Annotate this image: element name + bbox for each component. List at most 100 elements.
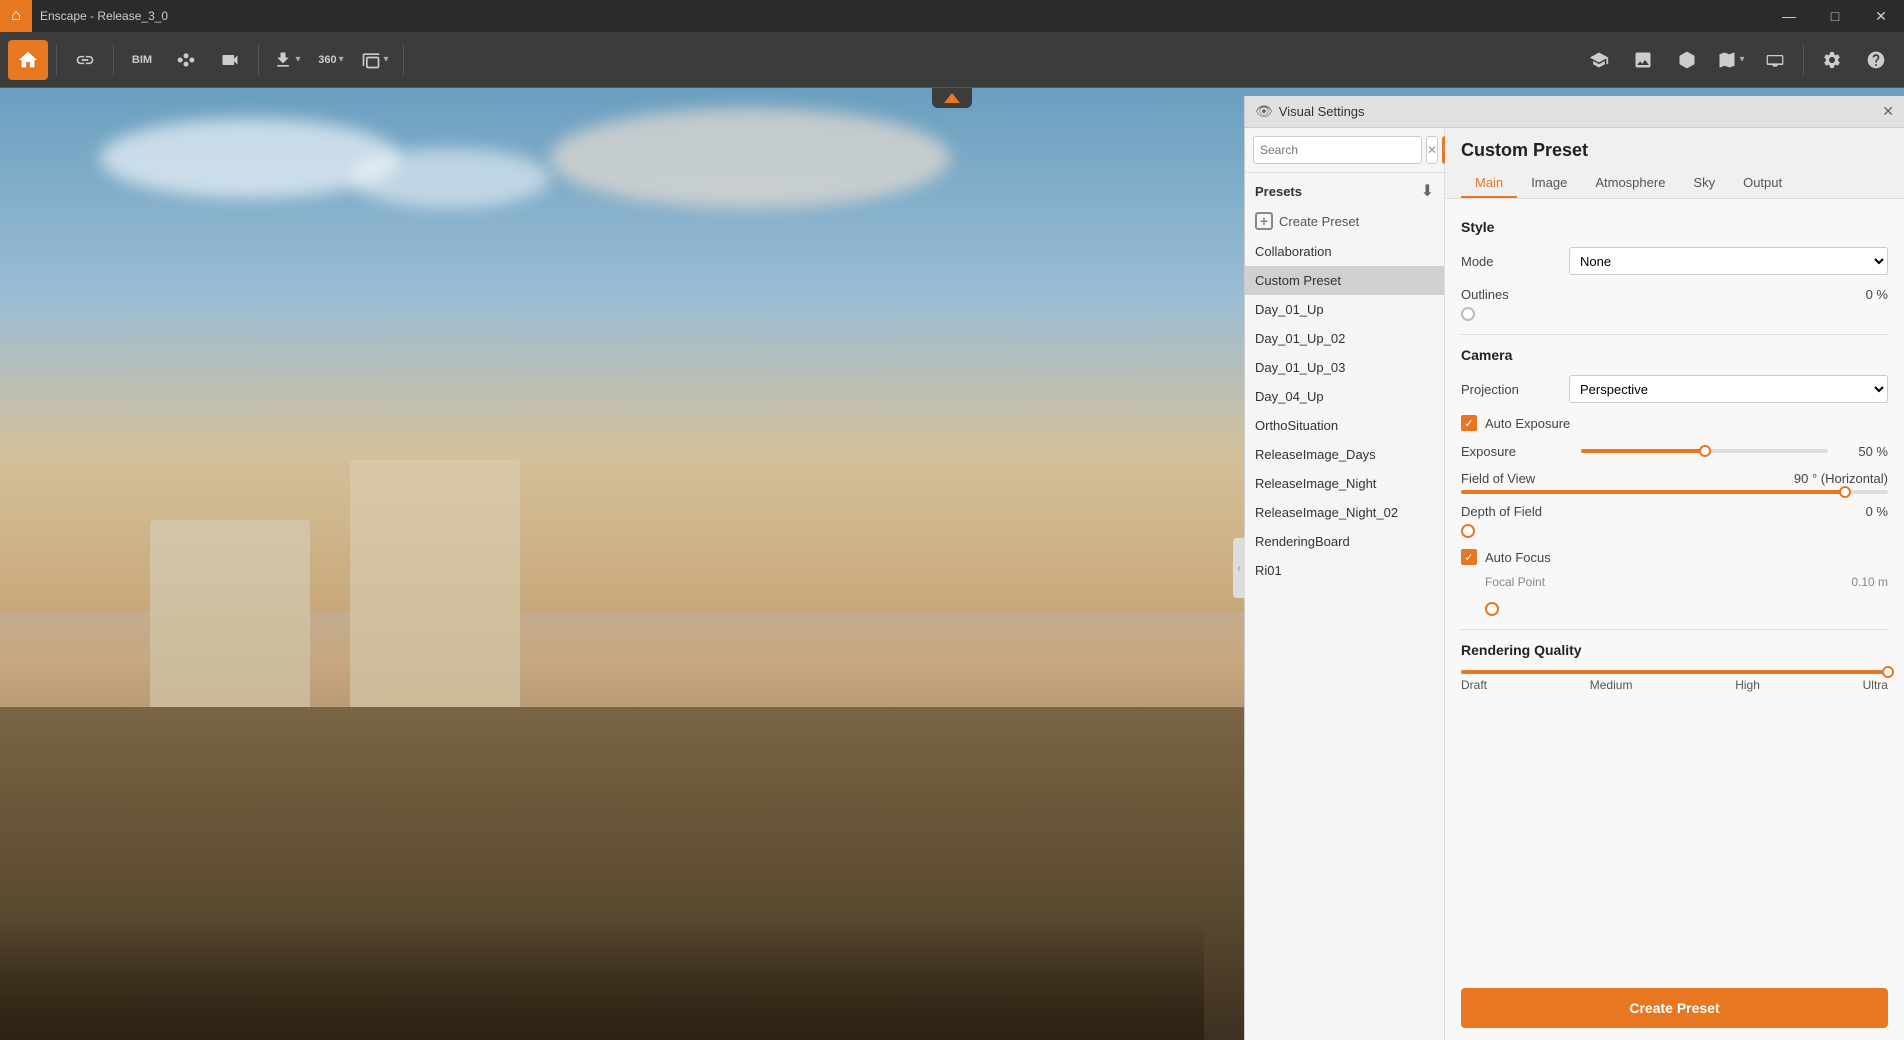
360-button[interactable]: 360 ▾ — [311, 40, 351, 80]
quality-fill — [1461, 670, 1888, 674]
download-presets-button[interactable]: ⬇ — [1421, 181, 1434, 201]
visual-settings-panel: 👁 Visual Settings ✕ ✕ 🔍 Presets ⬇ — [1244, 96, 1904, 1040]
panel-toggle-button[interactable] — [932, 88, 972, 108]
fov-value: 90 ° (Horizontal) — [1794, 471, 1888, 486]
preset-item[interactable]: ReleaseImage_Night — [1245, 469, 1444, 498]
quality-ultra-label: Ultra — [1863, 678, 1888, 692]
exposure-fill — [1581, 449, 1705, 453]
focal-point-slider-handle[interactable] — [1485, 602, 1499, 616]
help-button[interactable] — [1856, 40, 1896, 80]
fly-button[interactable] — [166, 40, 206, 80]
presets-label: Presets — [1255, 184, 1302, 199]
visual-settings-close-button[interactable]: ✕ — [1882, 103, 1894, 120]
plus-icon: + — [1255, 212, 1273, 230]
screenshot-button[interactable] — [1623, 40, 1663, 80]
style-section-title: Style — [1461, 219, 1888, 235]
auto-focus-label: Auto Focus — [1485, 550, 1551, 565]
toolbar-separator-4 — [403, 44, 404, 76]
mode-select[interactable]: NoneWatercolorSketchOil Paint — [1569, 247, 1888, 275]
focal-point-slider[interactable] — [1485, 601, 1888, 617]
tab-main[interactable]: Main — [1461, 169, 1517, 198]
preset-item[interactable]: Custom Preset — [1245, 266, 1444, 295]
fov-slider[interactable] — [1461, 490, 1888, 494]
projection-select[interactable]: PerspectiveOrthographicTwo-Point Perspec… — [1569, 375, 1888, 403]
dof-slider-handle[interactable] — [1461, 524, 1475, 538]
app-icon: ⌂ — [0, 0, 32, 32]
cloud-2 — [350, 148, 550, 208]
create-preset-button[interactable]: Create Preset — [1461, 988, 1888, 1028]
settings-content: Style Mode NoneWatercolorSketchOil Paint… — [1445, 199, 1904, 976]
preset-item[interactable]: Day_04_Up — [1245, 382, 1444, 411]
preset-item[interactable]: Day_01_Up_03 — [1245, 353, 1444, 382]
exposure-row: Exposure 50 % — [1461, 441, 1888, 461]
maximize-button[interactable]: □ — [1812, 0, 1858, 32]
dof-value: 0 % — [1866, 504, 1888, 519]
rendering-quality-title: Rendering Quality — [1461, 642, 1888, 658]
vr-button[interactable] — [1755, 40, 1795, 80]
focal-point-row: Focal Point 0.10 m — [1461, 575, 1888, 589]
tab-sky[interactable]: Sky — [1679, 169, 1729, 198]
preset-item[interactable]: Ri01 — [1245, 556, 1444, 585]
map-button[interactable]: ▾ — [1711, 40, 1751, 80]
preset-item[interactable]: Day_01_Up_02 — [1245, 324, 1444, 353]
cloud-3 — [550, 108, 950, 208]
quality-labels: Draft Medium High Ultra — [1461, 678, 1888, 692]
outlines-slider[interactable] — [1461, 306, 1888, 322]
quality-slider-container — [1461, 670, 1888, 674]
dof-label: Depth of Field — [1461, 504, 1542, 519]
preset-item[interactable]: RenderingBoard — [1245, 527, 1444, 556]
minimize-button[interactable]: — — [1766, 0, 1812, 32]
search-input[interactable] — [1253, 136, 1422, 164]
preset-item[interactable]: Day_01_Up — [1245, 295, 1444, 324]
bim-button[interactable]: BIM — [122, 40, 162, 80]
links-button[interactable] — [65, 40, 105, 80]
collapse-panel-handle[interactable]: ‹ — [1233, 538, 1245, 598]
exposure-thumb[interactable] — [1699, 445, 1711, 457]
dof-slider[interactable] — [1461, 523, 1888, 539]
outlines-slider-handle[interactable] — [1461, 307, 1475, 321]
presets-items-container: CollaborationCustom PresetDay_01_UpDay_0… — [1245, 237, 1444, 585]
mode-label: Mode — [1461, 254, 1561, 269]
outlines-value: 0 % — [1866, 287, 1888, 302]
presets-list: + Create Preset CollaborationCustom Pres… — [1245, 205, 1444, 1040]
export-button[interactable]: ▾ — [267, 40, 307, 80]
preset-item[interactable]: ReleaseImage_Days — [1245, 440, 1444, 469]
cube-button[interactable] — [1667, 40, 1707, 80]
preset-item[interactable]: OrthoSituation — [1245, 411, 1444, 440]
section-divider-1 — [1461, 334, 1888, 335]
batch-button[interactable]: ▾ — [355, 40, 395, 80]
video-button[interactable] — [210, 40, 250, 80]
auto-focus-checkbox[interactable] — [1461, 549, 1477, 565]
home-button[interactable] — [8, 40, 48, 80]
tab-output[interactable]: Output — [1729, 169, 1796, 198]
visual-settings-title: Visual Settings — [1279, 104, 1365, 119]
settings-button[interactable] — [1812, 40, 1852, 80]
outlines-row: Outlines 0 % — [1461, 287, 1888, 322]
create-preset-list-label: Create Preset — [1279, 214, 1359, 229]
tab-image[interactable]: Image — [1517, 169, 1581, 198]
render-button[interactable] — [1579, 40, 1619, 80]
quality-thumb[interactable] — [1882, 666, 1894, 678]
toolbar-separator-1 — [56, 44, 57, 76]
rendering-quality-section: Rendering Quality Draft Medium High Ultr… — [1461, 642, 1888, 692]
section-divider-2 — [1461, 629, 1888, 630]
projection-row: Projection PerspectiveOrthographicTwo-Po… — [1461, 375, 1888, 403]
presets-header: Presets ⬇ — [1245, 173, 1444, 205]
auto-exposure-checkbox[interactable] — [1461, 415, 1477, 431]
settings-title: Custom Preset — [1461, 140, 1888, 161]
tab-atmosphere[interactable]: Atmosphere — [1581, 169, 1679, 198]
quality-track[interactable] — [1461, 670, 1888, 674]
close-button[interactable]: ✕ — [1858, 0, 1904, 32]
titlebar: ⌂ Enscape - Release_3_0 — □ ✕ — [0, 0, 1904, 32]
ground-shadow — [0, 920, 1204, 1040]
exposure-slider[interactable] — [1581, 441, 1828, 461]
search-clear-button[interactable]: ✕ — [1426, 136, 1438, 164]
fov-fill — [1461, 490, 1845, 494]
auto-focus-row: Auto Focus — [1461, 549, 1888, 565]
projection-label: Projection — [1461, 382, 1561, 397]
create-preset-list-item[interactable]: + Create Preset — [1245, 205, 1444, 237]
exposure-track — [1581, 449, 1828, 453]
preset-item[interactable]: ReleaseImage_Night_02 — [1245, 498, 1444, 527]
preset-item[interactable]: Collaboration — [1245, 237, 1444, 266]
fov-thumb[interactable] — [1839, 486, 1851, 498]
